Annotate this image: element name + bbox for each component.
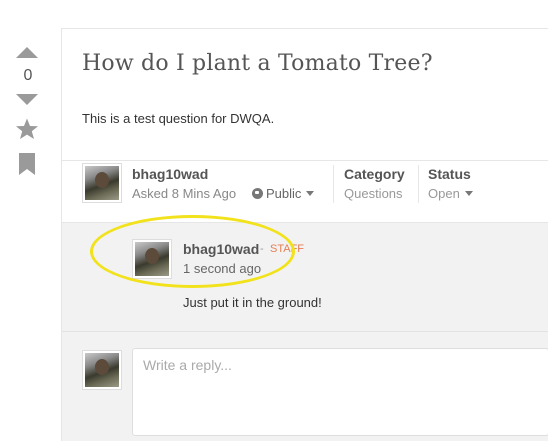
comment-text: Just put it in the ground! bbox=[183, 295, 322, 310]
question-author[interactable]: bhag10wad bbox=[132, 166, 208, 182]
avatar[interactable] bbox=[82, 163, 122, 203]
vote-column: 0 bbox=[0, 0, 58, 441]
question-content: This is a test question for DWQA. bbox=[82, 111, 275, 126]
chevron-down-icon bbox=[306, 191, 315, 196]
meta-divider bbox=[418, 165, 419, 203]
avatar[interactable] bbox=[132, 239, 172, 279]
category-link[interactable]: Questions bbox=[344, 186, 403, 201]
globe-icon bbox=[252, 188, 263, 199]
status-value: Open bbox=[428, 186, 460, 201]
meta-divider bbox=[333, 165, 334, 203]
comment-item: bhag10wad - STAFF 1 second ago Just put … bbox=[132, 239, 548, 331]
star-icon[interactable] bbox=[15, 117, 39, 141]
vote-down-icon[interactable] bbox=[16, 94, 38, 105]
vote-up-icon[interactable] bbox=[16, 47, 38, 58]
bookmark-icon[interactable] bbox=[19, 153, 35, 175]
avatar[interactable] bbox=[82, 350, 122, 390]
question-meta: bhag10wad Asked 8 Mins Ago Public Catego… bbox=[62, 160, 548, 223]
reply-input[interactable] bbox=[132, 348, 548, 436]
status-dropdown[interactable]: Open bbox=[428, 186, 473, 201]
privacy-label: Public bbox=[266, 186, 302, 201]
role-separator: - bbox=[260, 243, 264, 255]
privacy-dropdown[interactable]: Public bbox=[252, 186, 315, 201]
comment-time: 1 second ago bbox=[183, 261, 262, 276]
category-label: Category bbox=[344, 166, 405, 182]
comment-author[interactable]: bhag10wad bbox=[183, 241, 259, 257]
question-panel: How do I plant a Tomato Tree? This is a … bbox=[61, 28, 548, 441]
vote-count: 0 bbox=[23, 67, 33, 84]
comments-section: bhag10wad - STAFF 1 second ago Just put … bbox=[62, 223, 548, 441]
asked-time: Asked 8 Mins Ago bbox=[132, 186, 237, 201]
question-title: How do I plant a Tomato Tree? bbox=[82, 51, 433, 76]
status-label: Status bbox=[428, 166, 471, 182]
staff-badge: STAFF bbox=[270, 243, 305, 255]
reply-row bbox=[62, 331, 548, 441]
chevron-down-icon bbox=[464, 191, 473, 196]
